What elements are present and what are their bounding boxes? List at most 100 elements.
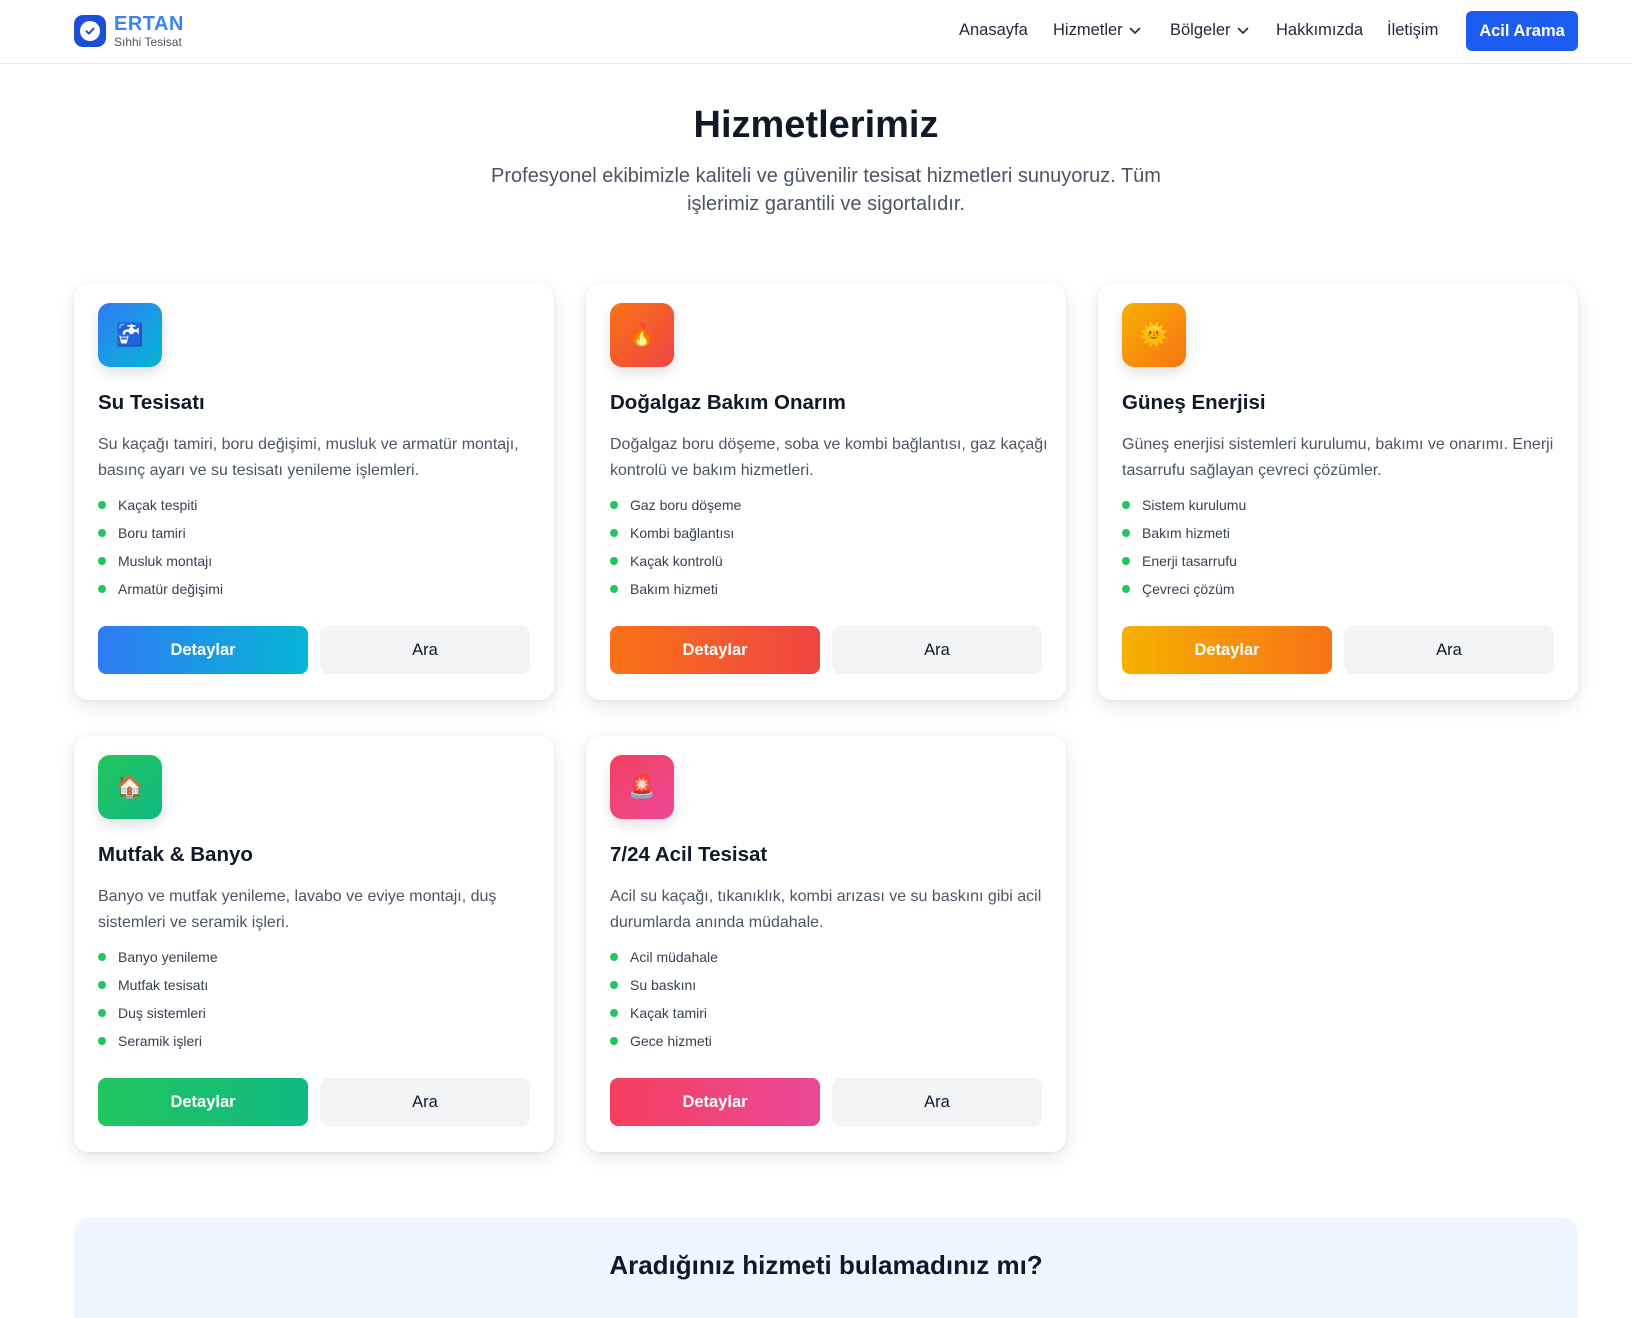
feature-item: Çevreci çözüm: [1122, 575, 1246, 603]
faucet-icon: 🚰: [98, 303, 162, 367]
call-button[interactable]: Ara: [320, 1078, 530, 1126]
bullet-dot-icon: [1122, 501, 1130, 509]
chevron-down-icon: [1237, 27, 1248, 34]
feature-label: Bakım hizmeti: [1142, 525, 1230, 541]
emergency-call-button[interactable]: Acil Arama: [1466, 11, 1578, 51]
feature-item: Seramik işleri: [98, 1027, 218, 1055]
feature-label: Sistem kurulumu: [1142, 497, 1247, 513]
feature-label: Acil müdahale: [630, 949, 718, 965]
bullet-dot-icon: [98, 529, 106, 537]
feature-label: Mutfak tesisatı: [118, 977, 209, 993]
nav-item-about[interactable]: Hakkımızda: [1276, 21, 1363, 40]
bullet-dot-icon: [98, 1009, 106, 1017]
feature-item: Su baskını: [610, 971, 718, 999]
service-title: Doğalgaz Bakım Onarım: [610, 391, 846, 414]
service-description: Acil su kaçağı, tıkanıklık, kombi arızas…: [610, 888, 1042, 931]
feature-item: Bakım hizmeti: [1122, 519, 1246, 547]
service-description: Su kaçağı tamiri, boru değişimi, musluk …: [98, 436, 519, 479]
bullet-dot-icon: [610, 981, 618, 989]
bullet-dot-icon: [98, 953, 106, 961]
details-button[interactable]: Detaylar: [610, 626, 820, 674]
service-title: Güneş Enerjisi: [1122, 391, 1266, 414]
call-button[interactable]: Ara: [1344, 626, 1554, 674]
page-subtitle: Profesyonel ekibimizle kaliteli ve güven…: [491, 165, 1161, 215]
bullet-dot-icon: [610, 501, 618, 509]
cta-banner-title: Aradığınız hizmeti bulamadınız mı?: [609, 1250, 1043, 1280]
sun-icon: 🌞: [1122, 303, 1186, 367]
chevron-down-icon: [1129, 27, 1140, 34]
call-button[interactable]: Ara: [320, 626, 530, 674]
feature-label: Çevreci çözüm: [1142, 581, 1235, 597]
feature-item: Acil müdahale: [610, 943, 718, 971]
service-description: Doğalgaz boru döşeme, soba ve kombi bağl…: [610, 436, 1048, 479]
feature-list: Banyo yenileme Mutfak tesisatı Duş sisteml…: [98, 943, 218, 1055]
siren-icon: 🚨: [610, 755, 674, 819]
bullet-dot-icon: [610, 585, 618, 593]
bullet-dot-icon: [610, 1037, 618, 1045]
service-card: 🚰 Su Tesisatı Su kaçağı tamiri, boru değiş…: [74, 284, 554, 700]
service-card: 🌞 Güneş Enerjisi Güneş enerjisi sistemleri…: [1098, 284, 1578, 700]
feature-item: Sistem kurulumu: [1122, 491, 1246, 519]
feature-item: Kaçak tamiri: [610, 999, 718, 1027]
bullet-dot-icon: [610, 1009, 618, 1017]
service-card: 🔥 Doğalgaz Bakım Onarım Doğalgaz boru döşe…: [586, 284, 1066, 700]
nav-label: Hizmetler: [1053, 21, 1123, 39]
bullet-dot-icon: [1122, 529, 1130, 537]
feature-list: Acil müdahale Su baskını Kaçak tamiri Gece …: [610, 943, 718, 1055]
feature-item: Enerji tasarrufu: [1122, 547, 1246, 575]
nav-label: Hakkımızda: [1276, 21, 1364, 39]
nav-item-home[interactable]: Anasayfa: [959, 21, 1028, 40]
bullet-dot-icon: [1122, 585, 1130, 593]
feature-item: Boru tamiri: [98, 519, 223, 547]
feature-item: Duş sistemleri: [98, 999, 218, 1027]
feature-label: Armatür değişimi: [118, 581, 224, 597]
feature-item: Banyo yenileme: [98, 943, 218, 971]
service-card: 🚨 7/24 Acil Tesisat Acil su kaçağı, tıkanı…: [586, 736, 1066, 1152]
feature-label: Musluk montajı: [118, 553, 213, 569]
bullet-dot-icon: [98, 981, 106, 989]
nav-label: Bölgeler: [1170, 21, 1231, 39]
feature-label: Bakım hizmeti: [630, 581, 718, 597]
cta-banner: Aradığınız hizmeti bulamadınız mı?: [74, 1218, 1578, 1318]
nav-item-contact[interactable]: İletişim: [1387, 21, 1438, 40]
service-title: Mutfak & Banyo: [98, 843, 253, 866]
feature-item: Kombi bağlantısı: [610, 519, 741, 547]
bullet-dot-icon: [98, 1037, 106, 1045]
service-description: Banyo ve mutfak yenileme, lavabo ve eviy…: [98, 888, 497, 931]
feature-item: Kaçak tespiti: [98, 491, 223, 519]
nav-item-regions[interactable]: Bölgeler: [1170, 21, 1249, 40]
service-card: 🏠 Mutfak & Banyo Banyo ve mutfak yenileme,…: [74, 736, 554, 1152]
brand-tagline: Sıhhi Tesisat: [114, 35, 182, 49]
brand-name: ERTAN: [114, 13, 184, 35]
call-button[interactable]: Ara: [832, 1078, 1042, 1126]
feature-label: Kombi bağlantısı: [630, 525, 735, 541]
house-icon: 🏠: [98, 755, 162, 819]
bullet-dot-icon: [610, 557, 618, 565]
bullet-dot-icon: [1122, 557, 1130, 565]
nav-label: İletişim: [1387, 21, 1439, 39]
feature-label: Kaçak tespiti: [118, 497, 198, 513]
bullet-dot-icon: [98, 585, 106, 593]
feature-label: Gece hizmeti: [630, 1033, 712, 1049]
call-button[interactable]: Ara: [832, 626, 1042, 674]
site-header: ERTAN Sıhhi Tesisat Anasayfa Hizmetler B…: [0, 0, 1632, 64]
brand-logo[interactable]: ERTAN Sıhhi Tesisat: [74, 14, 184, 48]
bullet-dot-icon: [98, 557, 106, 565]
feature-label: Duş sistemleri: [118, 1005, 206, 1021]
details-button[interactable]: Detaylar: [1122, 626, 1332, 674]
feature-item: Armatür değişimi: [98, 575, 223, 603]
page-title: Hizmetlerimiz: [693, 104, 939, 146]
nav-item-services[interactable]: Hizmetler: [1053, 21, 1141, 40]
feature-label: Kaçak kontrolü: [630, 553, 723, 569]
feature-item: Kaçak kontrolü: [610, 547, 741, 575]
feature-label: Kaçak tamiri: [630, 1005, 708, 1021]
feature-list: Sistem kurulumu Bakım hizmeti Enerji tasar…: [1122, 491, 1246, 603]
feature-item: Musluk montajı: [98, 547, 223, 575]
fire-icon: 🔥: [610, 303, 674, 367]
details-button[interactable]: Detaylar: [98, 626, 308, 674]
details-button[interactable]: Detaylar: [610, 1078, 820, 1126]
details-button[interactable]: Detaylar: [98, 1078, 308, 1126]
bullet-dot-icon: [98, 501, 106, 509]
check-badge-icon: [74, 15, 106, 47]
feature-item: Gece hizmeti: [610, 1027, 718, 1055]
